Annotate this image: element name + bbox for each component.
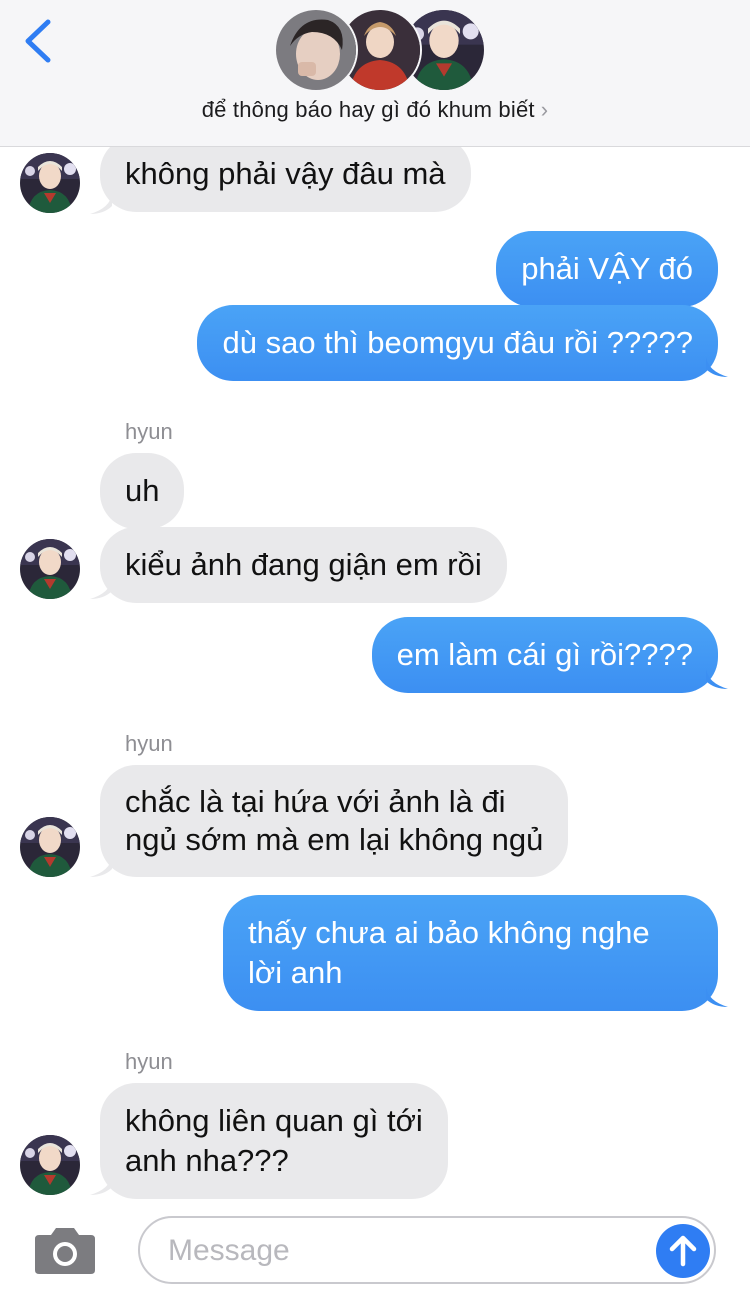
send-button[interactable] [656,1224,710,1278]
message-bubble-outgoing[interactable]: phải VẬY đó [496,231,718,307]
message-bubble-incoming[interactable]: không liên quan gì tới anh nha??? [100,1083,448,1199]
group-name: để thông báo hay gì đó khum biết [201,97,535,122]
sender-name: hyun [125,1049,173,1074]
message-bubble-outgoing[interactable]: em làm cái gì rồi???? [371,617,718,693]
compose-bar [0,1202,750,1294]
bubble-tail [706,357,728,377]
chevron-right-icon: › [540,97,549,122]
contact-avatar [20,539,80,599]
avatar [274,8,358,92]
group-avatars[interactable] [274,8,486,92]
group-name-button[interactable]: để thông báo hay gì đó khum biết › [0,97,750,123]
sender-name: hyun [125,419,173,444]
camera-icon [35,1228,95,1274]
camera-button[interactable] [33,1225,97,1275]
contact-avatar [20,1135,80,1195]
message-list[interactable]: không phải vậy đâu mà phải VẬY đó dù sao… [0,147,750,1202]
contact-avatar [20,153,80,213]
message-bubble-outgoing[interactable]: dù sao thì beomgyu đâu rồi ????? [197,305,718,381]
arrow-up-icon [669,1235,697,1267]
message-bubble-incoming[interactable]: kiểu ảnh đang giận em rồi [100,527,507,603]
chevron-left-icon [25,19,51,63]
bubble-tail [706,987,728,1007]
message-bubble-outgoing[interactable]: thấy chưa ai bảo không nghe lời anh [223,895,718,1011]
message-field[interactable] [138,1216,716,1284]
back-button[interactable] [18,16,60,66]
contact-avatar [20,817,80,877]
message-bubble-incoming[interactable]: chắc là tại hứa với ảnh là đi ngủ sớm mà… [100,765,569,877]
sender-name: hyun [125,731,173,756]
message-bubble-incoming[interactable]: không phải vậy đâu mà [100,147,471,212]
conversation-header: để thông báo hay gì đó khum biết › [0,0,750,147]
bubble-tail [706,669,728,689]
message-input[interactable] [166,1228,650,1274]
message-bubble-incoming[interactable]: uh [100,453,185,529]
